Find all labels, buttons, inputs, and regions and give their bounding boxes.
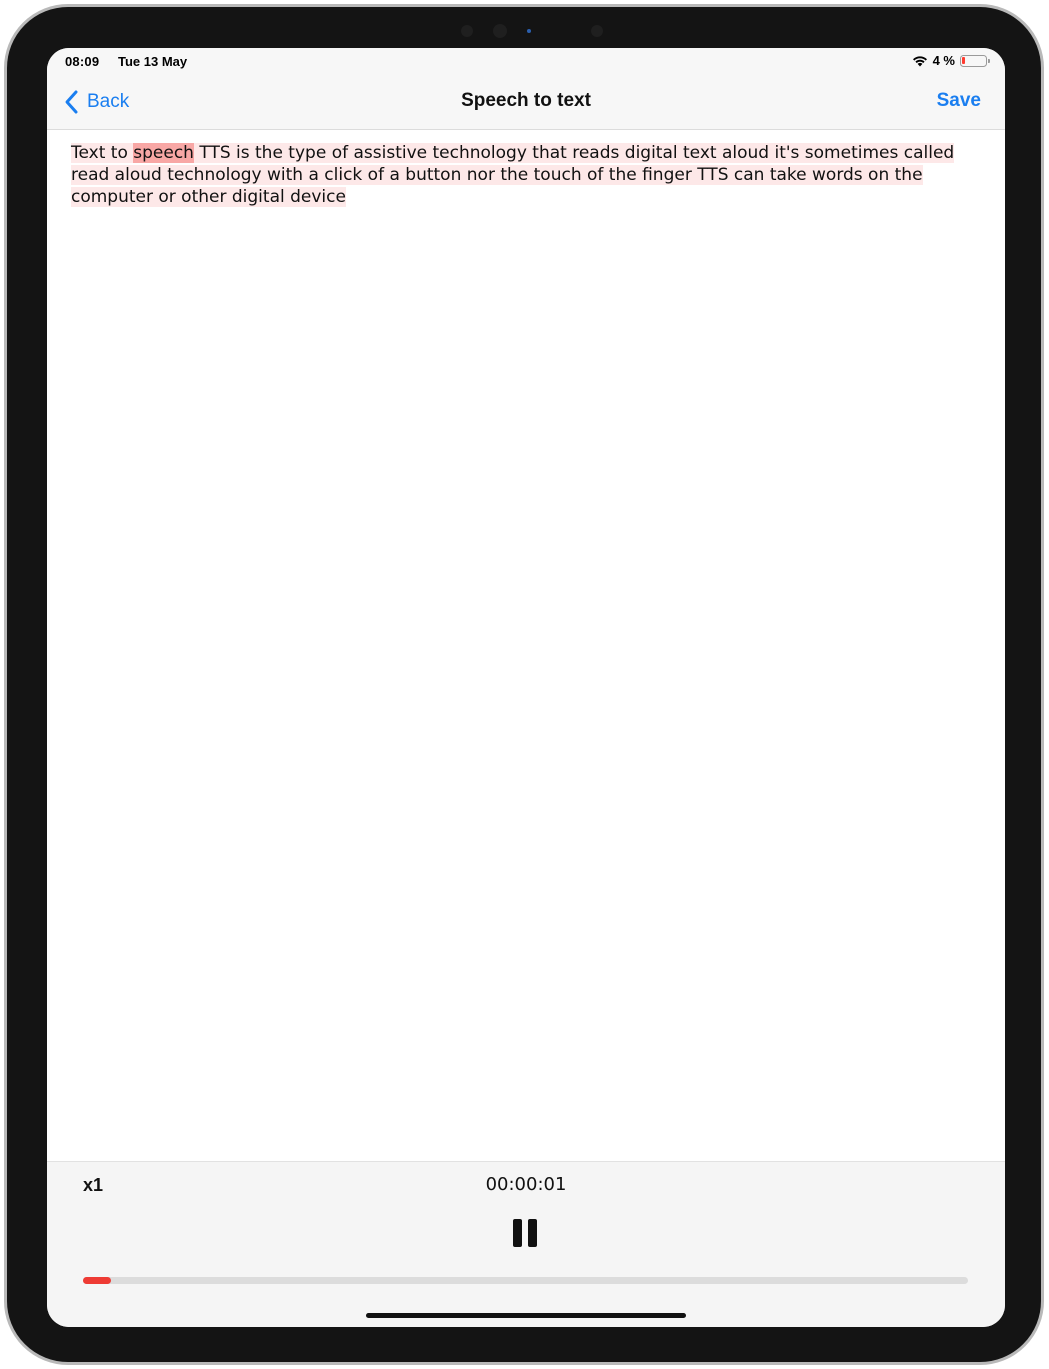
home-indicator[interactable] [366,1313,686,1318]
page-title: Speech to text [461,90,591,111]
save-button[interactable]: Save [937,90,981,112]
camera-icon [493,24,507,38]
wifi-icon [912,55,927,66]
elapsed-time: 00:00:01 [485,1174,567,1195]
status-bar: 08:09 Tue 13 May 4 % [47,48,1005,76]
pause-button[interactable] [513,1217,539,1249]
status-indicators: 4 % [912,53,990,68]
status-date: Tue 13 May [118,54,188,69]
transcript-paragraph: Text to speech TTS is the type of assist… [71,143,955,207]
text-after-highlight: TTS is the type of assistive technology … [71,143,955,207]
progress-fill [83,1277,111,1284]
current-word-highlight: speech [133,143,194,163]
sensor-icon [461,25,473,37]
status-time: 08:09 [65,54,100,69]
playback-controls: x1 00:00:01 [47,1161,1005,1327]
battery-icon [960,54,990,67]
app-screen: 08:09 Tue 13 May 4 % Back Speech to text… [47,48,1005,1327]
battery-percent: 4 % [932,53,955,68]
battery-level [962,56,965,64]
camera-housing [457,21,607,41]
transcript-text[interactable]: Text to speech TTS is the type of assist… [71,142,991,208]
battery-cap [988,58,990,63]
text-before-highlight: Text to [71,143,134,163]
sensor-icon [591,25,603,37]
progress-bar[interactable] [83,1277,968,1284]
navigation-bar: Back Speech to text Save [47,76,1005,130]
camera-indicator-icon [527,29,531,33]
